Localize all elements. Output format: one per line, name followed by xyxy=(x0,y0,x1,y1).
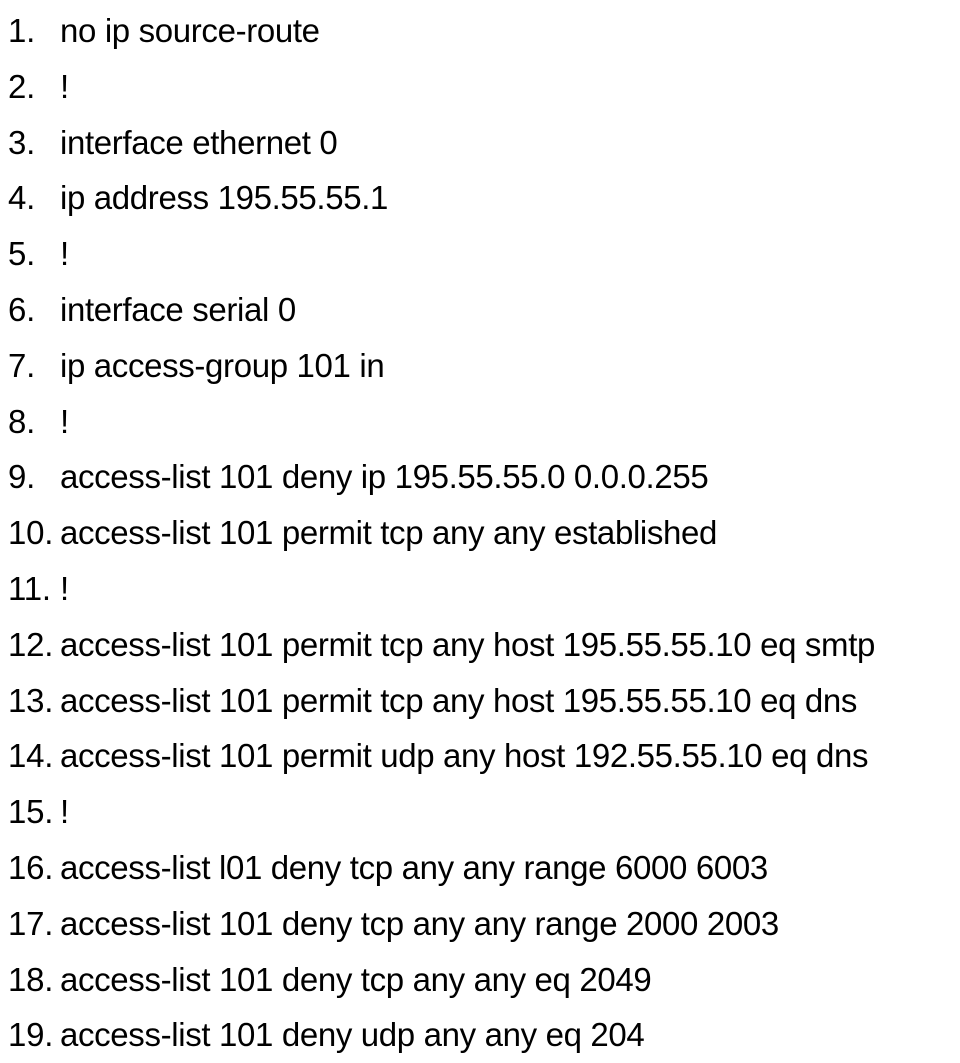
line-text: access-list 101 deny tcp any any range 2… xyxy=(60,904,779,942)
config-line-13: 13. access-list 101 permit tcp any host … xyxy=(0,673,960,729)
line-text: access-list 101 permit udp any host 192.… xyxy=(60,737,869,775)
config-line-5: 5. ! xyxy=(0,226,960,282)
line-number: 3. xyxy=(8,123,36,161)
line-number: 14. xyxy=(8,737,54,775)
line-text: access-list 101 deny ip 195.55.55.0 0.0.… xyxy=(60,458,709,496)
config-line-8: 8. ! xyxy=(0,394,960,450)
config-line-16: 16. access-list l01 deny tcp any any ran… xyxy=(0,840,960,896)
line-text: access-list 101 deny udp any any eq 204 xyxy=(60,1016,645,1054)
line-number: 1. xyxy=(8,12,36,49)
config-line-3: 3. interface ethernet 0 xyxy=(0,115,960,171)
line-text: access-list 101 permit tcp any host 195.… xyxy=(60,625,876,663)
line-text: access-list 101 permit tcp any any estab… xyxy=(60,514,718,552)
line-number: 16. xyxy=(8,848,54,886)
line-text: ip access-group 101 in xyxy=(60,346,385,384)
line-number: 17. xyxy=(8,904,54,942)
line-text: ! xyxy=(60,793,69,831)
config-line-7: 7. ip access-group 101 in xyxy=(0,338,960,394)
config-line-12: 12. access-list 101 permit tcp any host … xyxy=(0,617,960,673)
line-number: 13. xyxy=(8,681,54,719)
config-line-17: 17. access-list 101 deny tcp any any ran… xyxy=(0,896,960,952)
line-number: 7. xyxy=(8,346,36,384)
line-number: 15. xyxy=(8,793,54,831)
line-number: 2. xyxy=(8,67,36,105)
line-text: access-list l01 deny tcp any any range 6… xyxy=(60,848,768,886)
config-line-9: 9. access-list 101 deny ip 195.55.55.0 0… xyxy=(0,449,960,505)
config-line-14: 14. access-list 101 permit udp any host … xyxy=(0,728,960,784)
line-text: ! xyxy=(60,235,69,273)
config-listing: 1. no ip source-route 2. ! 3. interface … xyxy=(0,0,960,1063)
config-line-1: 1. no ip source-route xyxy=(0,3,960,59)
config-line-2: 2. ! xyxy=(0,59,960,115)
line-number: 10. xyxy=(8,514,54,552)
line-number: 12. xyxy=(8,625,54,663)
line-number: 18. xyxy=(8,960,54,998)
line-number: 9. xyxy=(8,458,36,496)
line-number: 6. xyxy=(8,290,36,328)
line-number: 11. xyxy=(8,569,51,607)
line-text: access-list 101 deny tcp any any eq 2049 xyxy=(60,960,652,998)
line-text: interface ethernet 0 xyxy=(60,123,338,161)
line-text: ip address 195.55.55.1 xyxy=(60,179,389,217)
line-text: access-list 101 permit tcp any host 195.… xyxy=(60,681,858,719)
line-number: 19. xyxy=(8,1016,54,1054)
config-line-19: 19. access-list 101 deny udp any any eq … xyxy=(0,1007,960,1063)
line-number: 5. xyxy=(8,235,36,273)
line-number: 4. xyxy=(8,179,36,217)
line-text: ! xyxy=(60,402,69,440)
line-number: 8. xyxy=(8,402,36,440)
config-line-11: 11. ! xyxy=(0,561,960,617)
config-line-10: 10. access-list 101 permit tcp any any e… xyxy=(0,505,960,561)
line-text: ! xyxy=(60,569,69,607)
config-line-18: 18. access-list 101 deny tcp any any eq … xyxy=(0,952,960,1008)
line-text: ! xyxy=(60,67,69,105)
config-line-6: 6. interface serial 0 xyxy=(0,282,960,338)
config-line-4: 4. ip address 195.55.55.1 xyxy=(0,170,960,226)
line-text: interface serial 0 xyxy=(60,290,296,328)
line-text: no ip source-route xyxy=(60,12,320,49)
config-line-15: 15. ! xyxy=(0,784,960,840)
